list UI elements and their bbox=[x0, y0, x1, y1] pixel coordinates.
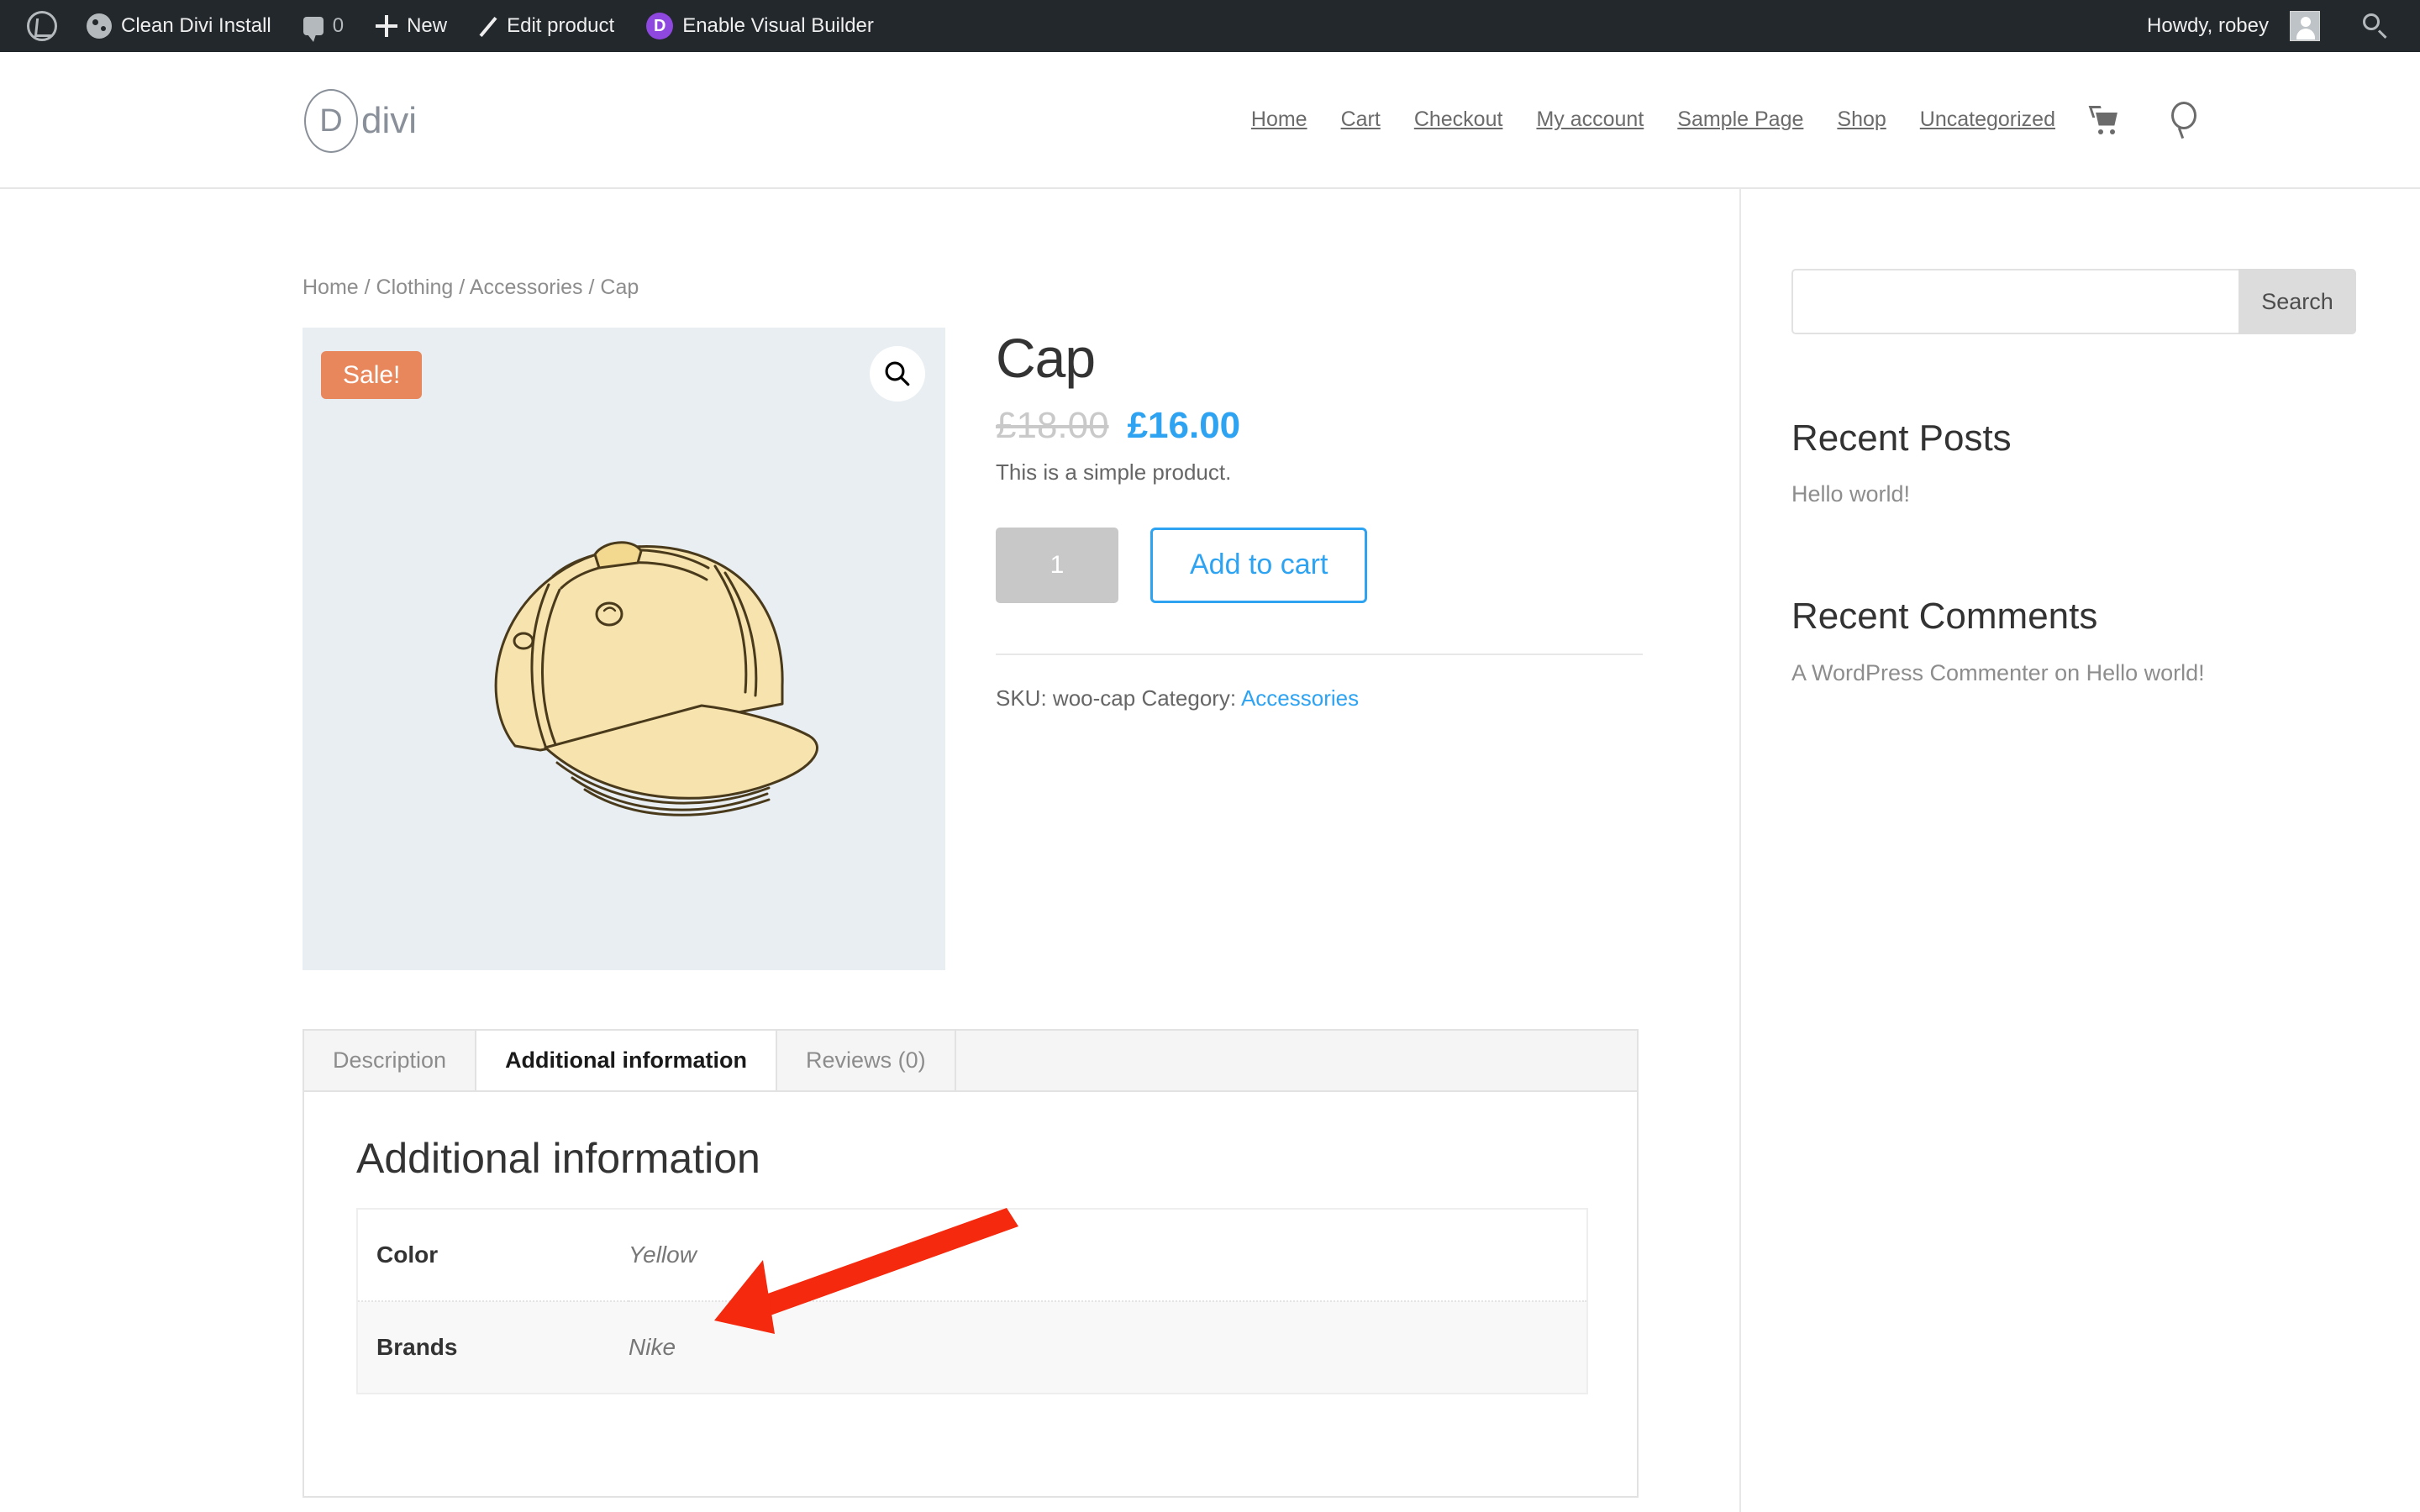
wp-admin-bar: Clean Divi Install 0 New Edit product D … bbox=[0, 0, 2420, 52]
enable-visual-builder-menu[interactable]: D Enable Visual Builder bbox=[630, 0, 890, 52]
edit-product-label: Edit product bbox=[507, 14, 615, 37]
table-row: Brands Nike bbox=[357, 1301, 1587, 1394]
plus-icon bbox=[376, 15, 398, 37]
tab-reviews[interactable]: Reviews (0) bbox=[777, 1031, 956, 1090]
pencil-icon bbox=[479, 17, 497, 35]
search-button[interactable]: Search bbox=[2238, 269, 2356, 334]
sidebar: Search Recent Posts Hello world! Recent … bbox=[1739, 189, 2420, 1512]
add-to-cart-form: Add to cart bbox=[996, 527, 1643, 603]
cart-icon[interactable] bbox=[2088, 105, 2123, 134]
price-sale: £16.00 bbox=[1127, 404, 1241, 446]
product-meta: SKU: woo-cap Category: Accessories bbox=[996, 653, 1643, 711]
comment-bubble-icon bbox=[302, 17, 324, 42]
zoom-image-button[interactable] bbox=[870, 346, 925, 402]
nav-item-checkout[interactable]: Checkout bbox=[1397, 108, 1520, 132]
attribute-name-color: Color bbox=[376, 1242, 439, 1268]
product-gallery[interactable]: Sale! bbox=[302, 328, 945, 970]
magnifier-icon bbox=[885, 361, 910, 386]
breadcrumb-item-current: Cap bbox=[600, 276, 639, 299]
product-tabs: Description Additional information Revie… bbox=[302, 1029, 1639, 1498]
short-description: This is a simple product. bbox=[996, 459, 1232, 485]
tab-additional-information[interactable]: Additional information bbox=[476, 1031, 778, 1090]
widget-title-recent-posts: Recent Posts bbox=[1791, 417, 2012, 459]
divi-icon: D bbox=[646, 13, 674, 39]
nav-item-uncategorized[interactable]: Uncategorized bbox=[1903, 108, 2072, 132]
tab-description[interactable]: Description bbox=[304, 1031, 477, 1090]
product-image bbox=[494, 541, 818, 816]
nav-item-cart[interactable]: Cart bbox=[1324, 108, 1397, 132]
admin-bar-left-group: Clean Divi Install 0 New Edit product D … bbox=[0, 0, 890, 52]
attribute-value-color: Yellow bbox=[629, 1242, 697, 1268]
avatar bbox=[2290, 11, 2320, 41]
product-summary: Cap £18.00 £16.00 This is a simple produc… bbox=[996, 328, 1643, 711]
sale-badge: Sale! bbox=[321, 351, 423, 399]
site-icon bbox=[87, 13, 112, 39]
main-navigation: Home Cart Checkout My account Sample Pag… bbox=[1234, 52, 2203, 187]
divi-logo-mark: D bbox=[304, 89, 358, 153]
breadcrumb: Home / Clothing / Accessories / Cap bbox=[302, 276, 639, 300]
breadcrumb-separator-2: / bbox=[459, 276, 466, 299]
tab-panel-additional-information: Additional information Color Yellow Bran… bbox=[302, 1090, 1639, 1498]
table-row: Color Yellow bbox=[357, 1209, 1587, 1301]
price-regular: £18.00 bbox=[996, 404, 1109, 446]
admin-search-icon[interactable] bbox=[2361, 12, 2390, 40]
page-title: Cap bbox=[996, 327, 1096, 389]
product-price: £18.00 £16.00 bbox=[996, 407, 1643, 444]
category-link[interactable]: Accessories bbox=[1241, 685, 1359, 711]
sku-label: SKU: bbox=[996, 685, 1047, 711]
tab-list: Description Additional information Revie… bbox=[302, 1029, 1639, 1090]
nav-item-sample-page[interactable]: Sample Page bbox=[1660, 108, 1820, 132]
widget-title-recent-comments: Recent Comments bbox=[1791, 596, 2098, 638]
attributes-table: Color Yellow Brands Nike bbox=[356, 1208, 1588, 1394]
sidebar-search-form: Search bbox=[1791, 269, 2356, 334]
my-account-menu[interactable]: Howdy, robey bbox=[2131, 0, 2336, 52]
sku-value: woo-cap bbox=[1052, 685, 1136, 711]
comment-count: 0 bbox=[332, 14, 345, 37]
sidebar-inner: Search Recent Posts Hello world! Recent … bbox=[1791, 269, 2356, 690]
site-name-label: Clean Divi Install bbox=[121, 14, 271, 37]
quantity-input[interactable] bbox=[996, 527, 1118, 603]
site-name-menu[interactable]: Clean Divi Install bbox=[71, 0, 287, 52]
breadcrumb-item-home[interactable]: Home bbox=[302, 276, 359, 299]
howdy-label: Howdy, robey bbox=[2147, 14, 2269, 37]
site-header: D divi Home Cart Checkout My account Sam… bbox=[0, 52, 2420, 189]
site-logo[interactable]: D divi bbox=[304, 89, 417, 153]
wordpress-logo-menu[interactable] bbox=[13, 0, 71, 52]
admin-bar-right-group: Howdy, robey bbox=[2131, 0, 2420, 52]
recent-post-link[interactable]: Hello world! bbox=[1791, 481, 1910, 507]
search-icon[interactable] bbox=[2170, 101, 2203, 139]
visual-builder-label: Enable Visual Builder bbox=[682, 14, 874, 37]
main-content: Home / Clothing / Accessories / Cap Sale… bbox=[0, 189, 1739, 1512]
attribute-name-brands: Brands bbox=[376, 1334, 458, 1360]
breadcrumb-separator-3: / bbox=[588, 276, 595, 299]
panel-heading: Additional information bbox=[356, 1135, 760, 1182]
add-to-cart-button[interactable]: Add to cart bbox=[1150, 527, 1368, 603]
nav-item-my-account[interactable]: My account bbox=[1519, 108, 1660, 132]
new-content-menu[interactable]: New bbox=[360, 0, 463, 52]
search-input[interactable] bbox=[1791, 269, 2238, 334]
list-item[interactable]: A WordPress Commenter on Hello world! bbox=[1791, 656, 2356, 691]
breadcrumb-item-clothing[interactable]: Clothing bbox=[376, 276, 454, 299]
breadcrumb-separator-1: / bbox=[364, 276, 371, 299]
attribute-value-brands: Nike bbox=[629, 1334, 676, 1360]
wordpress-icon bbox=[27, 11, 57, 41]
tab-filler bbox=[956, 1031, 1637, 1090]
list-item[interactable]: Hello world! bbox=[1791, 477, 2356, 512]
comments-menu[interactable]: 0 bbox=[287, 0, 360, 52]
breadcrumb-item-accessories[interactable]: Accessories bbox=[470, 276, 583, 299]
divi-logo-text: divi bbox=[361, 100, 418, 141]
nav-item-shop[interactable]: Shop bbox=[1820, 108, 1902, 132]
nav-item-home[interactable]: Home bbox=[1234, 108, 1324, 132]
new-label: New bbox=[407, 14, 448, 37]
category-label: Category: bbox=[1141, 685, 1237, 711]
edit-product-menu[interactable]: Edit product bbox=[463, 0, 630, 52]
